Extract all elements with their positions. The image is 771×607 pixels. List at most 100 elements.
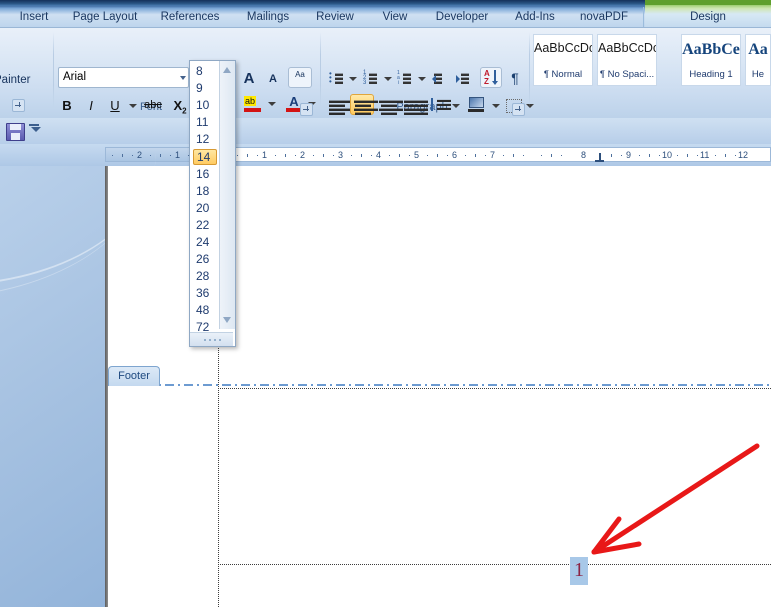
- style-tile-normal[interactable]: AaBbCcDc ¶ Normal: [533, 34, 593, 86]
- style-tile-heading-2[interactable]: Aa He: [745, 34, 771, 86]
- save-icon[interactable]: [6, 123, 25, 141]
- save-icon-label: [11, 133, 20, 140]
- increase-indent-button[interactable]: ▬ ▬ ▬: [454, 67, 476, 88]
- ruler-number-5: 5: [414, 150, 420, 160]
- font-size-item-8[interactable]: 8: [193, 64, 217, 79]
- bold-button[interactable]: B: [56, 94, 78, 115]
- ruler-dot: [237, 155, 238, 156]
- font-name-combobox[interactable]: Arial: [58, 67, 189, 88]
- ruler-tick: [361, 154, 362, 157]
- bullets-icon: • • •: [329, 69, 332, 86]
- chevron-down-icon-font-name[interactable]: [180, 76, 186, 80]
- footer-tab[interactable]: Footer: [108, 366, 160, 386]
- paragraph-dialog-launcher[interactable]: [512, 103, 525, 116]
- font-size-item-14[interactable]: 14: [193, 149, 217, 165]
- font-size-item-11[interactable]: 11: [193, 115, 217, 130]
- ruler-tick: [323, 154, 324, 157]
- chevron-down-icon-line-spacing: [452, 104, 460, 108]
- align-right-button[interactable]: ▬▬▬ ▬▬ ▬▬▬ ▬▬: [375, 94, 403, 117]
- font-size-item-48[interactable]: 48: [193, 303, 217, 318]
- tab-insert[interactable]: Insert: [8, 6, 60, 28]
- tab-references[interactable]: References: [150, 6, 230, 28]
- shading-icon: [469, 97, 484, 108]
- font-size-dropdown-list[interactable]: 8 9 10 11 12 14 16 18 20 22 24 26 28 36 …: [189, 60, 236, 347]
- highlight-dropdown-toggle[interactable]: [266, 98, 276, 108]
- font-size-item-22[interactable]: 22: [193, 218, 217, 233]
- tab-page-layout[interactable]: Page Layout: [64, 6, 146, 28]
- tab-developer[interactable]: Developer: [424, 6, 500, 28]
- shrink-font-button[interactable]: A: [262, 67, 284, 88]
- tab-review[interactable]: Review: [306, 6, 364, 28]
- bullets-button[interactable]: • • • ▬ ▬ ▬: [325, 67, 347, 88]
- show-formatting-marks-button[interactable]: ¶: [504, 67, 526, 88]
- format-painter-label[interactable]: Painter: [0, 74, 30, 86]
- font-size-item-20[interactable]: 20: [193, 201, 217, 216]
- clear-formatting-button[interactable]: Aa: [288, 67, 312, 88]
- tab-novapdf[interactable]: novaPDF: [570, 6, 638, 28]
- decrease-indent-button[interactable]: ▬ ▬ ▬: [430, 67, 452, 88]
- ruler-dot: [257, 155, 258, 156]
- multilevel-list-button[interactable]: 1ai ▬ ▬ ▬: [394, 67, 416, 88]
- ruler-dot: [677, 155, 678, 156]
- dropdown-resize-grip[interactable]: [190, 332, 233, 346]
- font-size-item-18[interactable]: 18: [193, 184, 217, 199]
- font-dialog-launcher[interactable]: [300, 103, 313, 116]
- style-tile-heading-1[interactable]: AaBbCе Heading 1: [681, 34, 741, 86]
- text-highlight-color-button[interactable]: ab: [240, 94, 264, 114]
- chevron-down-icon-underline: [129, 104, 137, 108]
- font-size-item-24[interactable]: 24: [193, 235, 217, 250]
- numbering-button[interactable]: 123 ▬ ▬ ▬: [360, 67, 382, 88]
- font-size-item-10[interactable]: 10: [193, 98, 217, 113]
- tab-design[interactable]: Design: [645, 6, 771, 28]
- group-divider-1: [53, 32, 54, 108]
- highlight-glyph: ab: [244, 96, 257, 106]
- underline-button[interactable]: U: [104, 94, 126, 115]
- page-number-field[interactable]: 1: [570, 557, 588, 585]
- tab-add-ins[interactable]: Add-Ins: [504, 6, 566, 28]
- scroll-up-arrow-icon[interactable]: [223, 67, 231, 73]
- bullets-dropdown-toggle[interactable]: [347, 73, 357, 83]
- tab-view[interactable]: View: [370, 6, 420, 28]
- underline-dropdown-toggle[interactable]: [127, 100, 137, 110]
- multilevel-dropdown-toggle[interactable]: [416, 73, 426, 83]
- ribbon-body: Painter Font Arial 14 A A Aa B I U abc X…: [0, 28, 771, 119]
- numbering-dropdown-toggle[interactable]: [382, 73, 392, 83]
- strikethrough-button[interactable]: abc: [140, 94, 166, 115]
- ruler-main[interactable]: 1 2 3 4 5 6 7 8 9 10 11 12: [233, 147, 771, 162]
- font-size-item-16[interactable]: 16: [193, 167, 217, 182]
- ruler-tick: [611, 154, 612, 157]
- line-spacing-button[interactable]: ▬▬ ▬▬ ▬▬: [428, 94, 451, 115]
- font-size-item-26[interactable]: 26: [193, 252, 217, 267]
- ruler-tick: [399, 154, 400, 157]
- sort-button[interactable]: A Z: [480, 67, 502, 88]
- font-size-scrollbar[interactable]: [219, 61, 235, 329]
- font-size-item-12[interactable]: 12: [193, 132, 217, 147]
- ruler-dot: [389, 155, 390, 156]
- line-spacing-dropdown-toggle[interactable]: [450, 100, 460, 110]
- font-size-item-28[interactable]: 28: [193, 269, 217, 284]
- style-name-normal: ¶ Normal: [543, 69, 583, 80]
- justify-button[interactable]: ▬▬▬ ▬▬▬ ▬▬▬ ▬▬▬: [400, 94, 428, 117]
- italic-button[interactable]: I: [80, 94, 102, 115]
- tab-mailings[interactable]: Mailings: [234, 6, 302, 28]
- ruler-dot: [523, 155, 524, 156]
- ruler-dot: [371, 155, 372, 156]
- multilevel-lines: ▬ ▬ ▬: [403, 69, 411, 86]
- tab-stop-marker[interactable]: [595, 153, 604, 162]
- shading-dropdown-toggle[interactable]: [490, 100, 500, 110]
- grow-font-button[interactable]: A: [238, 67, 260, 88]
- font-size-item-36[interactable]: 36: [193, 286, 217, 301]
- document-workspace: [0, 149, 771, 607]
- style-name-heading-2: He: [751, 69, 765, 80]
- shading-button[interactable]: [464, 94, 488, 115]
- line-spacing-icon: ▬▬ ▬▬ ▬▬: [437, 97, 451, 112]
- scroll-down-arrow-icon[interactable]: [223, 317, 231, 323]
- sort-arrow-head: [492, 81, 498, 85]
- font-size-item-9[interactable]: 9: [193, 81, 217, 96]
- text-boundary-footer-bottom: [218, 564, 771, 565]
- ruler-dot: [275, 155, 276, 156]
- align-center-button[interactable]: ▬▬▬ ▬▬ ▬▬▬ ▬▬: [350, 94, 378, 117]
- align-left-button[interactable]: ▬▬▬ ▬▬ ▬▬▬ ▬▬: [325, 94, 353, 117]
- customize-qat-icon[interactable]: [31, 127, 41, 132]
- style-tile-no-spacing[interactable]: AaBbCcDc ¶ No Spaci...: [597, 34, 657, 86]
